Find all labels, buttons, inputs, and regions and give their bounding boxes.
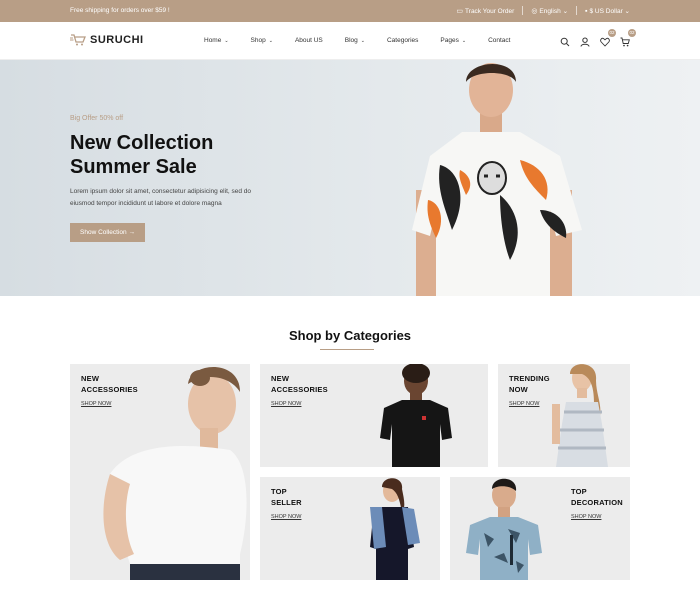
cart-button[interactable]: 02 xyxy=(620,29,636,47)
hero-title-line2: Summer Sale xyxy=(70,156,197,178)
currency-select[interactable]: ▪ $ US Dollar ⌄ xyxy=(585,7,630,15)
user-icon xyxy=(580,37,590,47)
category-title: NEW ACCESSORIES xyxy=(81,374,138,394)
nav-blog[interactable]: Blog ⌄ xyxy=(345,37,365,44)
woman-denim-jacket-image xyxy=(370,478,420,580)
category-card-top-seller[interactable]: TOP SELLER SHOP NOW xyxy=(260,477,440,580)
nav-shop[interactable]: Shop ⌄ xyxy=(251,37,273,44)
hero-model-image xyxy=(412,63,582,296)
shop-now-link[interactable]: SHOP NOW xyxy=(571,514,601,520)
chevron-down-icon: ⌄ xyxy=(360,37,365,44)
chevron-down-icon: ⌄ xyxy=(562,7,569,15)
nav-about[interactable]: About US xyxy=(295,37,323,44)
shop-now-link[interactable]: SHOP NOW xyxy=(271,401,301,407)
nav-home[interactable]: Home ⌄ xyxy=(204,37,229,44)
globe-icon: ◎ xyxy=(531,7,538,15)
categories-section-title: Shop by Categories xyxy=(288,328,412,343)
chevron-down-icon: ⌄ xyxy=(624,7,630,15)
main-header: SURUCHI Home ⌄ Shop ⌄ About US Blog ⌄ Categ… xyxy=(0,22,700,60)
nav-categories[interactable]: Categories xyxy=(387,37,418,44)
woman-dress-image xyxy=(552,364,608,467)
arrow-right-icon: → xyxy=(128,229,135,236)
category-card-new-accessories-tall[interactable]: NEW ACCESSORIES SHOP NOW xyxy=(70,364,250,580)
hero-banner: Big Offer 50% off New Collection Summer … xyxy=(0,60,700,296)
cart-count-badge: 02 xyxy=(628,29,636,37)
category-card-trending-now[interactable]: TRENDING NOW SHOP NOW xyxy=(498,364,630,467)
man-camo-tee-image xyxy=(466,478,542,580)
hero-title-line1: New Collection xyxy=(70,132,214,154)
hero-offer-text: Big Offer 50% off xyxy=(70,115,124,122)
title-underline xyxy=(320,349,374,350)
chevron-down-icon: ⌄ xyxy=(268,37,273,44)
show-collection-button[interactable]: Show Collection → xyxy=(70,223,145,242)
account-button[interactable] xyxy=(580,34,590,47)
wishlist-count-badge: 02 xyxy=(608,29,616,37)
heart-icon xyxy=(600,37,610,47)
header-icons: 02 02 xyxy=(560,29,636,47)
main-nav: Home ⌄ Shop ⌄ About US Blog ⌄ Categories Pa… xyxy=(204,37,532,44)
free-shipping-text: Free shipping for orders over $59 ! xyxy=(70,7,170,14)
chevron-down-icon: ⌄ xyxy=(224,37,229,44)
search-icon xyxy=(560,37,570,47)
shop-now-link[interactable]: SHOP NOW xyxy=(509,401,539,407)
cart-logo-icon xyxy=(70,34,86,46)
language-select[interactable]: ◎ English ⌄ xyxy=(531,7,568,15)
track-order-link[interactable]: ▭ Track Your Order xyxy=(456,7,514,15)
hero-description: Lorem ipsum dolor sit amet, consectetur … xyxy=(70,188,252,207)
category-title: TOP SELLER xyxy=(271,487,302,507)
shop-now-link[interactable]: SHOP NOW xyxy=(271,514,301,520)
woman-white-tee-image xyxy=(103,366,247,580)
category-card-top-decoration[interactable]: TOP DECORATION SHOP NOW xyxy=(450,477,630,580)
category-title: TRENDING NOW xyxy=(509,374,550,394)
flag-icon: ▪ xyxy=(585,7,588,15)
wishlist-button[interactable]: 02 xyxy=(600,29,616,47)
search-button[interactable] xyxy=(560,34,570,47)
logo-text: SURUCHI xyxy=(90,34,144,46)
nav-pages[interactable]: Pages ⌄ xyxy=(440,37,466,44)
category-title: NEW ACCESSORIES xyxy=(271,374,328,394)
divider xyxy=(576,6,578,15)
hero-title: New Collection Summer Sale xyxy=(70,131,213,179)
category-card-new-accessories[interactable]: NEW ACCESSORIES SHOP NOW xyxy=(260,364,488,467)
nav-contact[interactable]: Contact xyxy=(488,37,510,44)
site-logo[interactable]: SURUCHI xyxy=(70,34,144,46)
chevron-down-icon: ⌄ xyxy=(461,37,467,44)
cart-icon xyxy=(620,37,630,47)
top-announcement-bar: Free shipping for orders over $59 ! ▭ Tra… xyxy=(0,0,700,22)
shop-now-link[interactable]: SHOP NOW xyxy=(81,401,111,407)
man-black-tee-image xyxy=(380,364,452,467)
topbar-right: ▭ Track Your Order ◎ English ⌄ ▪ $ US Dolla… xyxy=(456,6,630,15)
divider xyxy=(522,6,524,15)
category-title: TOP DECORATION xyxy=(571,487,623,507)
truck-icon: ▭ xyxy=(456,7,464,15)
